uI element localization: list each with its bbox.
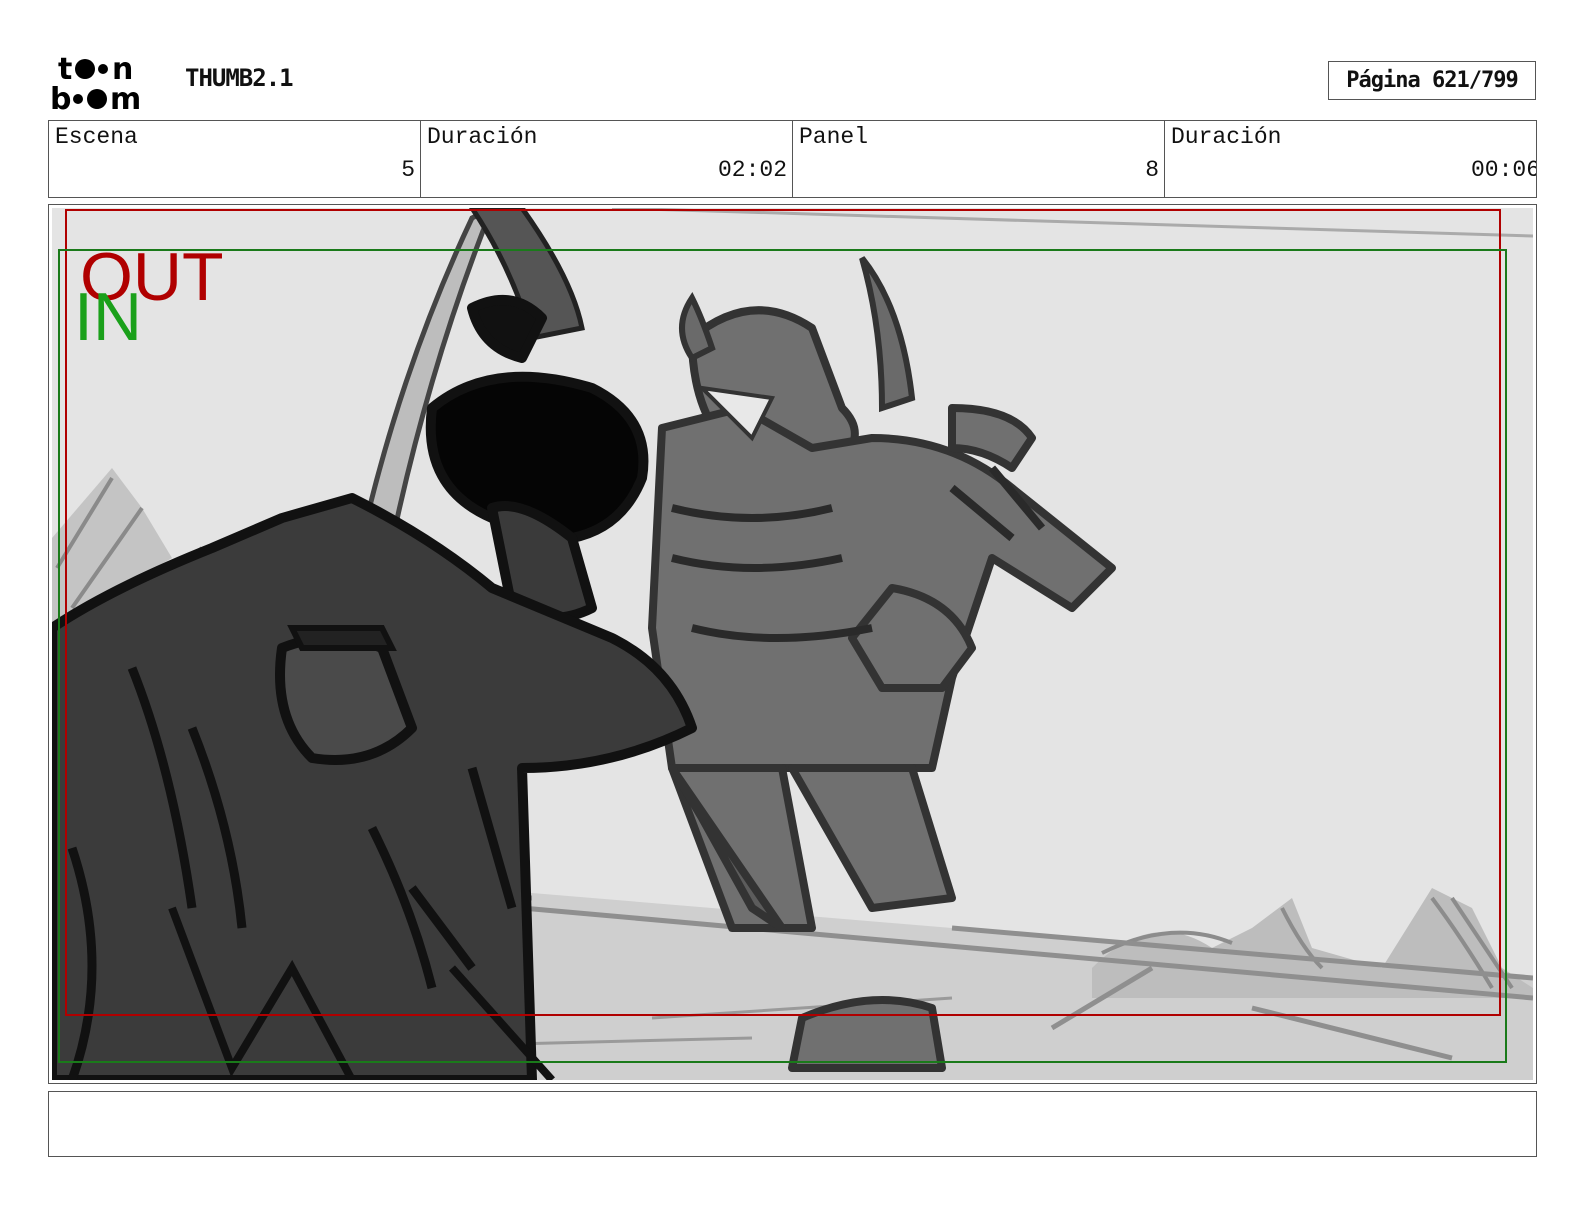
scene-cell: Escena 5 [49,121,421,197]
toon-boom-logo-icon: t n b m [50,52,141,112]
panel-value: 8 [1145,157,1159,183]
storyboard-sketch: OUT IN [52,208,1533,1080]
in-label: IN [74,279,142,355]
panel-label: Panel [799,124,869,150]
panel-duration-label: Duración [1171,124,1282,150]
panel-duration-cell: Duración 00:06 [1165,121,1536,197]
panel-image: OUT IN [52,208,1533,1080]
page-indicator: Página 621/799 [1328,61,1536,100]
scene-duration-label: Duración [427,124,538,150]
toon-boom-logo: t n b m [50,52,168,112]
panel-cell: Panel 8 [793,121,1165,197]
panel-duration-value: 00:06 [1470,157,1536,183]
scene-duration-value: 02:02 [717,157,787,183]
scene-label: Escena [55,124,138,150]
svg-text:b: b [50,82,71,112]
notes-box [48,1091,1537,1157]
sword-guard [287,625,397,651]
project-title: THUMB2.1 [185,64,294,92]
scene-value: 5 [401,157,415,183]
scene-duration-cell: Duración 02:02 [421,121,793,197]
info-table: Escena 5 Duración 02:02 Panel 8 Duración… [48,120,1537,198]
svg-text:m: m [110,82,141,112]
